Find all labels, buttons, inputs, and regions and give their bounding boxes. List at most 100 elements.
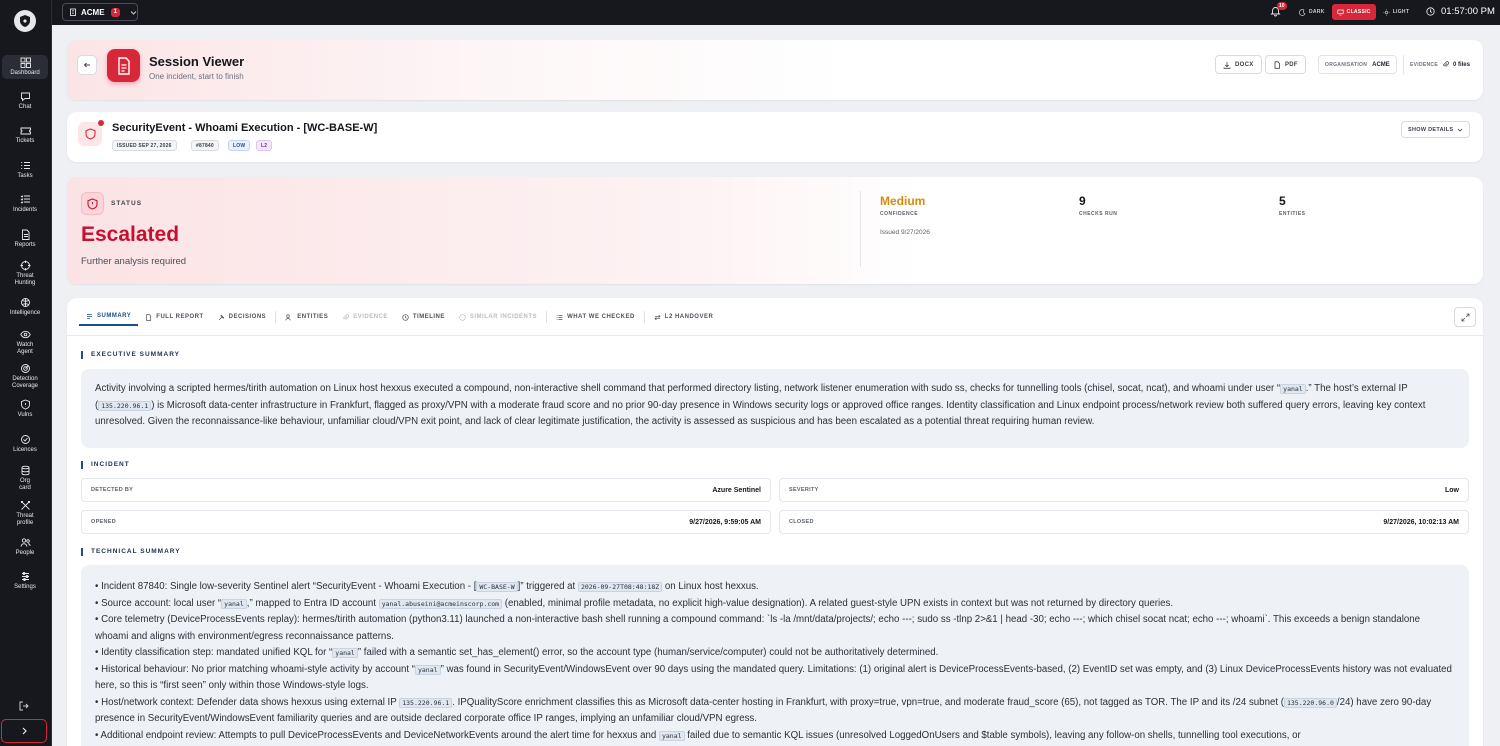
clock-time: 01:57:00 PM bbox=[1441, 6, 1495, 17]
sun-icon bbox=[1383, 8, 1390, 16]
org-selector[interactable]: ACME 1 bbox=[62, 3, 138, 21]
expand-sidebar-button[interactable] bbox=[1, 719, 47, 743]
report-tabs: SUMMARY FULL REPORT DECISIONS ENTITIES E… bbox=[79, 308, 720, 326]
paperclip-icon bbox=[1443, 61, 1449, 67]
fullscreen-button[interactable] bbox=[1454, 307, 1476, 327]
inline-code: yanal bbox=[332, 648, 358, 658]
report-icon bbox=[21, 229, 29, 240]
tab-label: TIMELINE bbox=[412, 314, 445, 320]
tab-summary[interactable]: SUMMARY bbox=[79, 308, 139, 326]
sidebar-item-settings[interactable]: Settings bbox=[2, 569, 48, 593]
tab-separator bbox=[546, 311, 548, 323]
incident-heading: INCIDENT bbox=[81, 461, 130, 469]
org-count-badge: 1 bbox=[110, 7, 120, 17]
export-pdf-button[interactable]: PDF bbox=[1265, 55, 1306, 74]
file-icon bbox=[1274, 60, 1280, 69]
inline-code: 135.220.96.0 bbox=[1283, 697, 1337, 708]
download-icon bbox=[1223, 61, 1231, 69]
sidebar-item-intelligence[interactable]: Intelligence bbox=[2, 295, 48, 319]
tech-bullet: • Incident 87840: Single low-severity Se… bbox=[95, 579, 1455, 596]
sidebar-item-watch-agent[interactable]: Watch Agent bbox=[2, 327, 48, 357]
sidebar-item-org-card[interactable]: Org card bbox=[2, 463, 48, 493]
tab-entities[interactable]: ENTITIES bbox=[278, 308, 335, 326]
show-details-button[interactable]: SHOW DETAILS bbox=[1401, 121, 1471, 138]
field-value: Low bbox=[1445, 486, 1459, 494]
logout-icon[interactable] bbox=[18, 700, 30, 712]
tab-evidence[interactable]: EVIDENCE bbox=[335, 308, 395, 326]
sidebar-item-detection-coverage[interactable]: Detection Coverage bbox=[2, 361, 48, 391]
incidents-icon bbox=[20, 195, 30, 204]
tabs-divider bbox=[67, 335, 1483, 336]
sidebar-item-threat-profile[interactable]: Threat profile bbox=[2, 498, 48, 528]
expand-icon bbox=[1461, 313, 1469, 321]
pdf-label: PDF bbox=[1285, 61, 1298, 68]
sidebar: Dashboard Chat Tickets Tasks Incidents Report… bbox=[0, 0, 52, 746]
sidebar-item-vulns[interactable]: Vulns bbox=[2, 397, 48, 421]
sidebar-item-label: Tasks bbox=[17, 173, 33, 179]
inline-code: 135.220.96.1 bbox=[399, 697, 453, 708]
tab-what-we-checked[interactable]: WHAT WE CHECKED bbox=[549, 308, 642, 326]
session-header-card: Session Viewer One incident, start to fi… bbox=[67, 40, 1483, 100]
theme-light-button[interactable]: LIGHT bbox=[1378, 4, 1415, 20]
document-icon bbox=[107, 49, 140, 82]
sidebar-item-label: Watch Agent bbox=[16, 342, 34, 355]
crosshair-icon bbox=[20, 260, 30, 271]
grid-icon bbox=[20, 57, 31, 68]
technical-summary-text: • Incident 87840: Single low-severity Se… bbox=[81, 565, 1469, 746]
field-value: Azure Sentinel bbox=[712, 486, 761, 494]
inline-code: yanal bbox=[414, 664, 441, 675]
sidebar-item-chat[interactable]: Chat bbox=[2, 89, 48, 113]
field-label: SEVERITY bbox=[789, 487, 819, 493]
tab-full-report[interactable]: FULL REPORT bbox=[138, 308, 210, 326]
shield-logo-icon bbox=[20, 15, 30, 27]
sidebar-item-people[interactable]: People bbox=[2, 535, 48, 559]
sidebar-item-label: Incidents bbox=[12, 207, 37, 213]
theme-dark-button[interactable]: DARK bbox=[1294, 4, 1330, 20]
monitor-icon bbox=[1337, 9, 1344, 15]
sidebar-item-label: Tickets bbox=[15, 138, 35, 144]
export-docx-button[interactable]: DOCX bbox=[1215, 55, 1262, 74]
organisation-label: ORGANISATION bbox=[1325, 61, 1368, 68]
tab-l2-handover[interactable]: L2 HANDOVER bbox=[647, 308, 721, 326]
sidebar-item-threat-hunting[interactable]: Threat Hunting bbox=[2, 258, 48, 288]
incident-id-chip: #87840 bbox=[191, 140, 219, 151]
issued-chip: ISSUED SEP 27, 2026 bbox=[112, 140, 177, 151]
sidebar-item-tasks[interactable]: Tasks bbox=[2, 158, 48, 182]
tab-decisions[interactable]: DECISIONS bbox=[211, 308, 274, 326]
eye-icon bbox=[19, 330, 31, 339]
page-subtitle: One incident, start to finish bbox=[149, 72, 244, 81]
text-run: • Historical behaviour: No prior matchin… bbox=[95, 663, 415, 675]
intelligence-icon bbox=[20, 298, 30, 307]
shield-icon bbox=[20, 399, 30, 410]
evidence-info[interactable]: EVIDENCE 0 files bbox=[1403, 55, 1476, 74]
closed-field: CLOSED 9/27/2026, 10:02:13 AM bbox=[779, 510, 1469, 534]
theme-switcher: DARK CLASSIC LIGHT bbox=[1294, 4, 1414, 20]
tech-bullet: • Historical behaviour: No prior matchin… bbox=[95, 662, 1455, 695]
incident-card: SecurityEvent - Whoami Execution - [WC-B… bbox=[67, 112, 1483, 162]
text-run: • Identity classification step: mandated… bbox=[95, 647, 333, 658]
app-logo[interactable] bbox=[14, 10, 36, 32]
incident-title: SecurityEvent - Whoami Execution - [WC-B… bbox=[112, 122, 378, 134]
text-run: • Host/network context: Defender data sh… bbox=[95, 696, 400, 708]
field-label: DETECTED BY bbox=[91, 487, 134, 493]
sidebar-item-licences[interactable]: Licences bbox=[2, 432, 48, 456]
tab-label: DECISIONS bbox=[228, 314, 267, 320]
confidence-metric: Medium CONFIDENCE bbox=[880, 194, 925, 217]
sidebar-item-dashboard[interactable]: Dashboard bbox=[2, 55, 48, 79]
show-details-label: SHOW DETAILS bbox=[1408, 126, 1454, 133]
back-button[interactable] bbox=[77, 55, 97, 75]
tab-similar-incidents[interactable]: SIMILAR INCIDENTS bbox=[452, 308, 544, 326]
docx-label: DOCX bbox=[1235, 61, 1254, 68]
sidebar-item-incidents[interactable]: Incidents bbox=[2, 192, 48, 216]
shield-alert-icon bbox=[78, 122, 102, 146]
shield-alert-icon bbox=[81, 192, 104, 215]
entities-value: 5 bbox=[1279, 194, 1286, 208]
sidebar-item-reports[interactable]: Reports bbox=[2, 227, 48, 251]
tab-timeline[interactable]: TIMELINE bbox=[395, 308, 452, 326]
theme-classic-button[interactable]: CLASSIC bbox=[1331, 4, 1376, 20]
checks-metric: 9 CHECKS RUN bbox=[1079, 194, 1117, 217]
text-run: • Incident 87840: Single low-severity Se… bbox=[95, 581, 477, 592]
field-label: CLOSED bbox=[789, 519, 814, 525]
sidebar-item-tickets[interactable]: Tickets bbox=[2, 123, 48, 147]
sidebar-item-label: Threat profile bbox=[16, 513, 34, 526]
